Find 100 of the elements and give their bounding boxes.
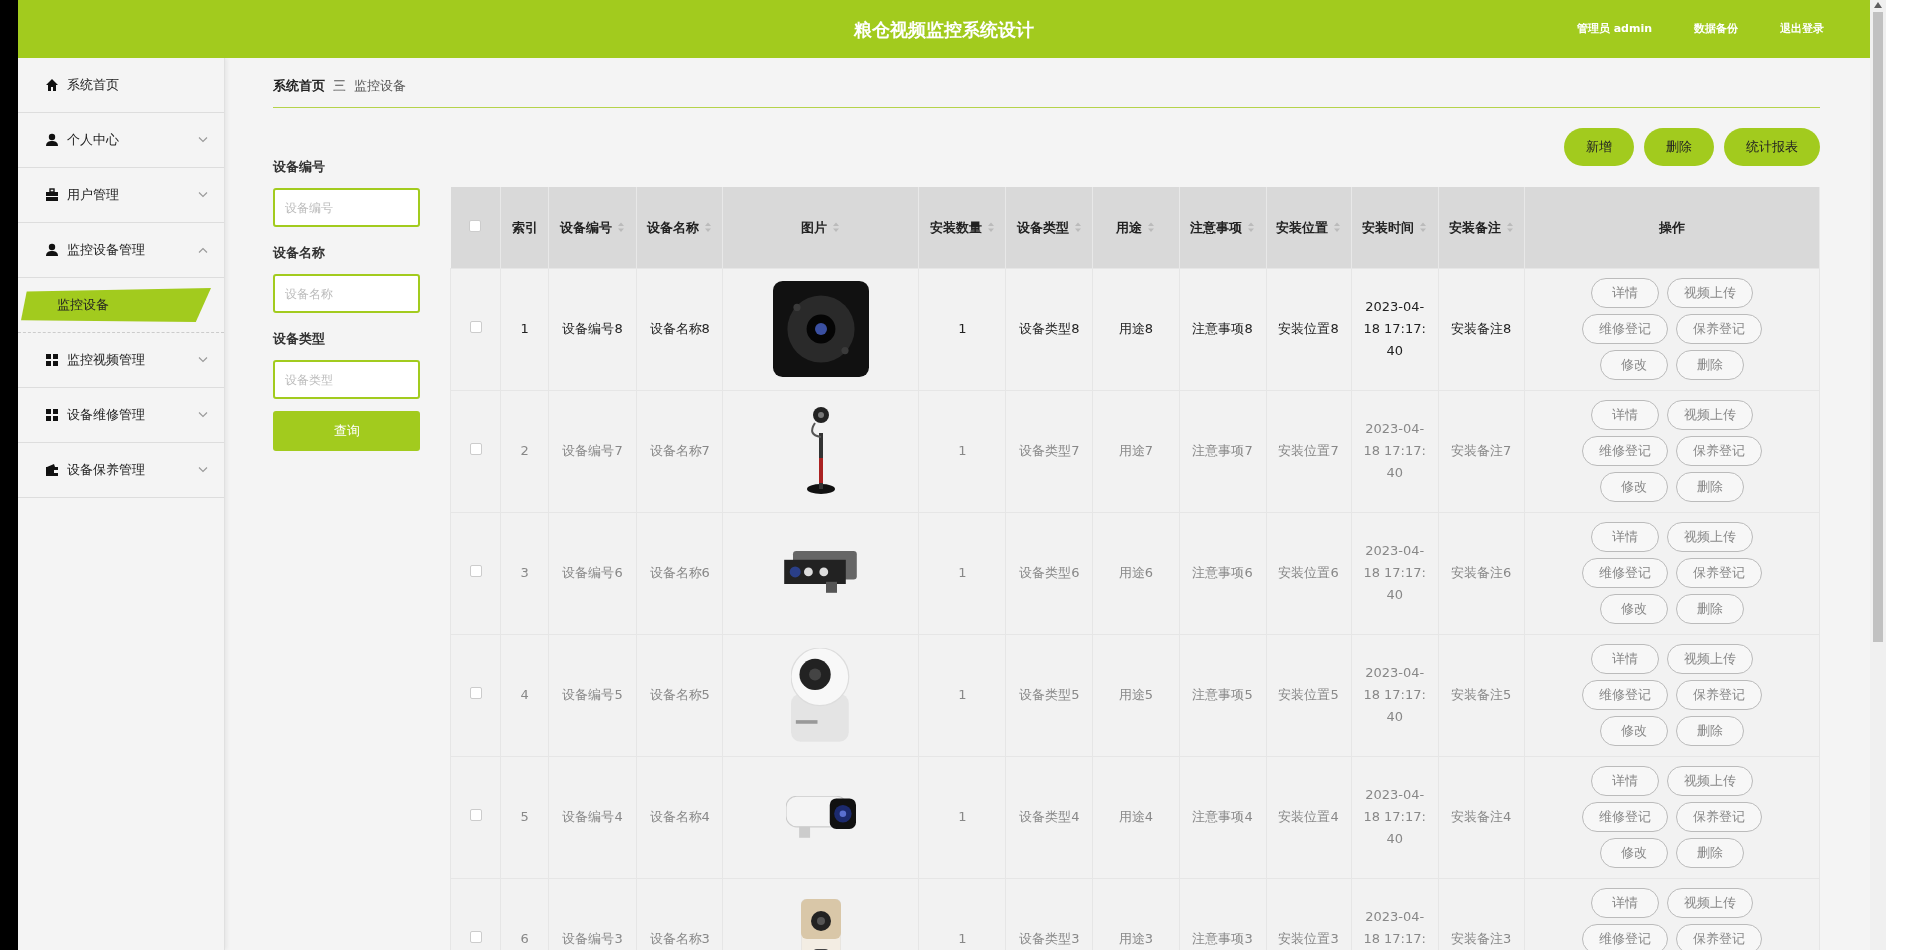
- action-button[interactable]: 详情: [1590, 644, 1659, 674]
- header-link[interactable]: 数据备份: [1694, 20, 1738, 38]
- action-button[interactable]: 维修登记: [1581, 680, 1668, 710]
- table-cell: 安装位置5: [1278, 687, 1339, 703]
- scroll-up-icon[interactable]: [1874, 2, 1882, 8]
- sort-icon[interactable]: [1247, 221, 1256, 234]
- action-button[interactable]: 修改: [1599, 594, 1668, 624]
- action-button[interactable]: 详情: [1590, 278, 1659, 308]
- action-button[interactable]: 详情: [1590, 766, 1659, 796]
- sort-icon[interactable]: [1419, 221, 1428, 234]
- action-button[interactable]: 删除: [1675, 838, 1744, 868]
- table-cell: 安装位置7: [1278, 443, 1339, 459]
- column-header[interactable]: 安装时间: [1362, 217, 1415, 237]
- sidebar-item[interactable]: 监控视频管理: [18, 333, 224, 388]
- toolbar-button[interactable]: 删除: [1644, 128, 1714, 166]
- table-cell: 设备编号5: [562, 687, 623, 703]
- action-button[interactable]: 保养登记: [1675, 436, 1762, 466]
- action-button[interactable]: 修改: [1599, 838, 1668, 868]
- action-button[interactable]: 视频上传: [1666, 888, 1753, 918]
- column-header[interactable]: 用途: [1116, 217, 1143, 237]
- sidebar-item[interactable]: 系统首页: [18, 58, 224, 113]
- table-cell: 用途6: [1118, 565, 1154, 581]
- action-button[interactable]: 详情: [1590, 888, 1659, 918]
- input-field[interactable]: 设备编号: [273, 188, 420, 227]
- scrollbar[interactable]: [1870, 0, 1886, 950]
- table-cell: 设备类型6: [1019, 565, 1080, 581]
- sidebar-item[interactable]: 设备保养管理: [18, 443, 224, 498]
- search-button[interactable]: 查询: [273, 411, 420, 451]
- action-button[interactable]: 维修登记: [1581, 314, 1668, 344]
- input-field[interactable]: 设备名称: [273, 274, 420, 313]
- breadcrumb-link[interactable]: 系统首页: [273, 75, 325, 96]
- header-link[interactable]: 管理员 admin: [1576, 20, 1652, 38]
- grid-icon: [45, 408, 59, 422]
- sort-icon[interactable]: [704, 221, 713, 234]
- table-cell: 用途4: [1118, 809, 1154, 825]
- sidebar-subitem[interactable]: 监控设备: [21, 288, 211, 322]
- scrollbar-thumb[interactable]: [1873, 12, 1883, 642]
- checkbox[interactable]: [469, 809, 482, 822]
- action-button[interactable]: 修改: [1599, 716, 1668, 746]
- toolbar-button[interactable]: 新增: [1564, 128, 1634, 166]
- field-label: 设备名称: [273, 244, 326, 262]
- sort-icon[interactable]: [1147, 221, 1156, 234]
- sort-icon[interactable]: [617, 221, 626, 234]
- checkbox[interactable]: [469, 321, 482, 334]
- column-header[interactable]: 安装位置: [1276, 217, 1329, 237]
- checkbox[interactable]: [469, 443, 482, 456]
- action-button[interactable]: 保养登记: [1675, 558, 1762, 588]
- action-button[interactable]: 删除: [1675, 350, 1744, 380]
- checkbox[interactable]: [469, 219, 482, 232]
- action-button[interactable]: 维修登记: [1581, 802, 1668, 832]
- table-cell: 设备编号8: [562, 321, 623, 337]
- sidebar-item[interactable]: 个人中心: [18, 113, 224, 168]
- checkbox[interactable]: [469, 565, 482, 578]
- action-button[interactable]: 详情: [1590, 522, 1659, 552]
- sort-icon[interactable]: [1333, 221, 1342, 234]
- action-button[interactable]: 删除: [1675, 594, 1744, 624]
- sort-icon[interactable]: [832, 221, 841, 234]
- table-cell: 设备名称6: [649, 565, 710, 581]
- action-button[interactable]: 视频上传: [1666, 400, 1753, 430]
- checkbox[interactable]: [469, 687, 482, 700]
- user-icon: [45, 133, 59, 147]
- toolbar-button[interactable]: 统计报表: [1724, 128, 1820, 166]
- action-button[interactable]: 维修登记: [1581, 436, 1668, 466]
- column-header[interactable]: 安装备注: [1448, 217, 1501, 237]
- action-button[interactable]: 保养登记: [1675, 802, 1762, 832]
- table-cell: 5: [520, 809, 529, 825]
- table-cell: 安装位置3: [1278, 931, 1339, 947]
- column-header[interactable]: 安装数量: [929, 217, 982, 237]
- action-button[interactable]: 删除: [1675, 472, 1744, 502]
- column-header[interactable]: 注意事项: [1190, 217, 1243, 237]
- action-button[interactable]: 删除: [1675, 716, 1744, 746]
- table-cell: 设备类型5: [1019, 687, 1080, 703]
- table-cell: 安装位置6: [1278, 565, 1339, 581]
- sort-icon[interactable]: [1505, 221, 1514, 234]
- action-button[interactable]: 保养登记: [1675, 924, 1762, 950]
- sidebar-item[interactable]: 监控设备管理: [18, 223, 224, 278]
- header-link[interactable]: 退出登录: [1780, 20, 1824, 38]
- sidebar-item[interactable]: 设备维修管理: [18, 388, 224, 443]
- table-cell: 设备类型7: [1019, 443, 1080, 459]
- sort-icon[interactable]: [986, 221, 995, 234]
- action-button[interactable]: 视频上传: [1666, 644, 1753, 674]
- action-button[interactable]: 视频上传: [1666, 766, 1753, 796]
- sidebar-item[interactable]: 用户管理: [18, 168, 224, 223]
- action-button[interactable]: 修改: [1599, 350, 1668, 380]
- checkbox[interactable]: [469, 931, 482, 944]
- action-button[interactable]: 视频上传: [1666, 278, 1753, 308]
- action-button[interactable]: 保养登记: [1675, 314, 1762, 344]
- column-header[interactable]: 图片: [801, 217, 828, 237]
- action-button[interactable]: 修改: [1599, 472, 1668, 502]
- action-button[interactable]: 详情: [1590, 400, 1659, 430]
- column-header[interactable]: 设备名称: [647, 217, 700, 237]
- column-header[interactable]: 设备类型: [1016, 217, 1069, 237]
- action-button[interactable]: 维修登记: [1581, 924, 1668, 950]
- column-header[interactable]: 设备编号: [560, 217, 613, 237]
- sort-icon[interactable]: [1073, 221, 1082, 234]
- table-cell-text: 2023-04-18 17:17:: [1362, 908, 1427, 948]
- action-button[interactable]: 保养登记: [1675, 680, 1762, 710]
- action-button[interactable]: 维修登记: [1581, 558, 1668, 588]
- input-field[interactable]: 设备类型: [273, 360, 420, 399]
- action-button[interactable]: 视频上传: [1666, 522, 1753, 552]
